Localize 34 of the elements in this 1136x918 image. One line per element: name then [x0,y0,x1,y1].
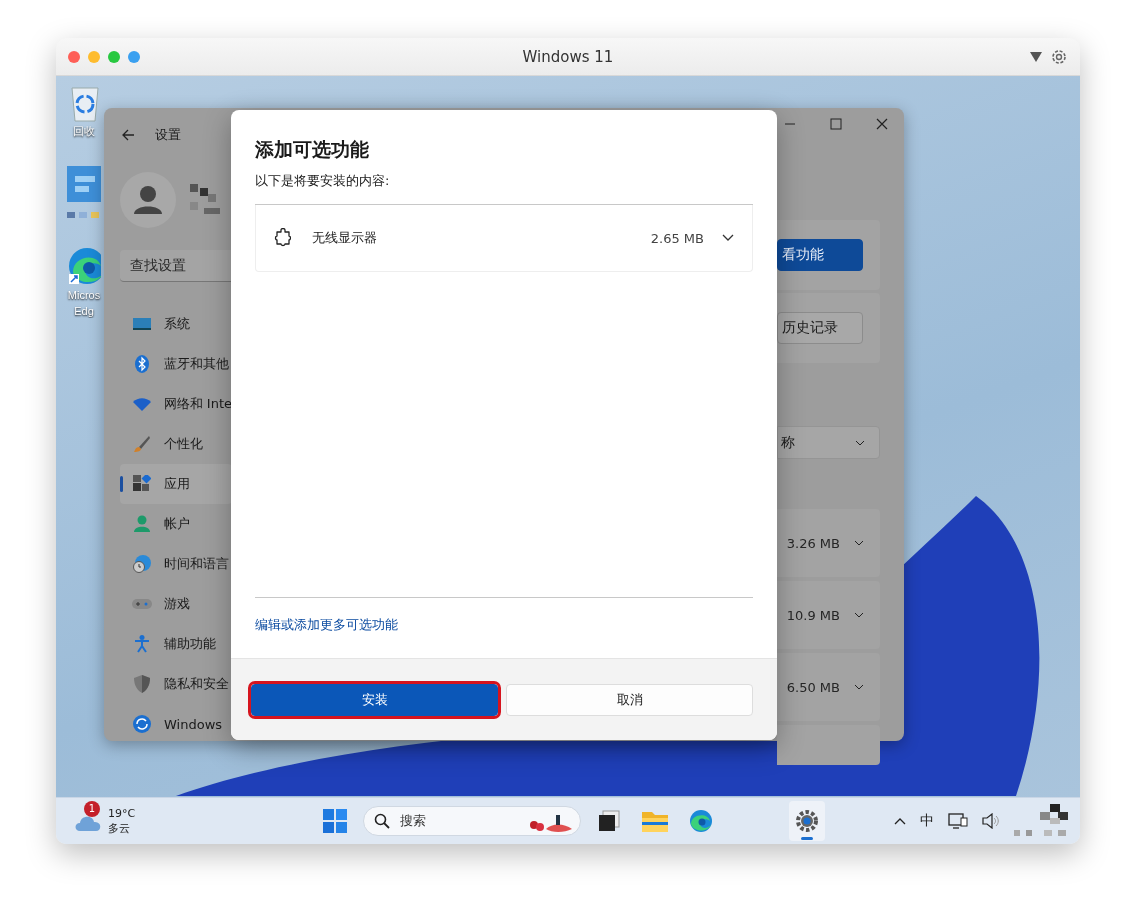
nav-item[interactable]: 系统 [120,304,232,344]
feature-size: 10.9 MB [786,607,840,623]
window-title: 设置 [155,126,181,144]
feature-size: 6.50 MB [786,679,840,695]
weather-condition: 多云 [108,821,131,836]
nav-item[interactable]: 辅助功能 [120,624,232,664]
icon-label: Micros [67,288,101,302]
settings-button[interactable]: 看功能 [777,239,863,271]
nav-item[interactable]: 蓝牙和其他 [120,344,232,384]
icon-label: 回收 [73,124,95,138]
window-title: Windows 11 [521,47,615,66]
sort-dropdown[interactable]: 称 [777,426,880,459]
icon-label: Edg [74,304,94,318]
more-features-link[interactable]: 编辑或添加更多可选功能 [255,598,398,658]
input-method-indicator[interactable]: 中 [920,812,934,830]
nav-item[interactable]: 帐户 [120,504,232,544]
nav-item[interactable]: 个性化 [120,424,232,464]
cancel-button[interactable]: 取消 [506,683,753,716]
taskbar-search-field[interactable]: 搜索 [363,806,581,836]
nav-item[interactable]: 应用 [120,464,232,504]
nav-item[interactable]: Windows [120,704,232,744]
notification-badge: 1 [84,801,100,817]
settings-button[interactable]: 历史记录 [777,312,863,344]
dropdown-value: 称 [781,433,795,452]
nav-item[interactable]: 网络和 Inte [120,384,232,424]
nav-item[interactable]: 隐私和安全 [120,664,232,704]
nav-item[interactable]: 游戏 [120,584,232,624]
weather-temperature: 19°C [108,806,136,821]
feature-size: 3.26 MB [786,535,840,551]
dialog-subtitle: 以下是将要安装的内容: [255,172,391,190]
dialog-title: 添加可选功能 [255,137,370,162]
install-button[interactable]: 安装 [251,683,498,716]
nav-item[interactable]: 时间和语言 [120,544,232,584]
feature-row[interactable]: 无线显示器 2.65 MB [255,205,753,272]
